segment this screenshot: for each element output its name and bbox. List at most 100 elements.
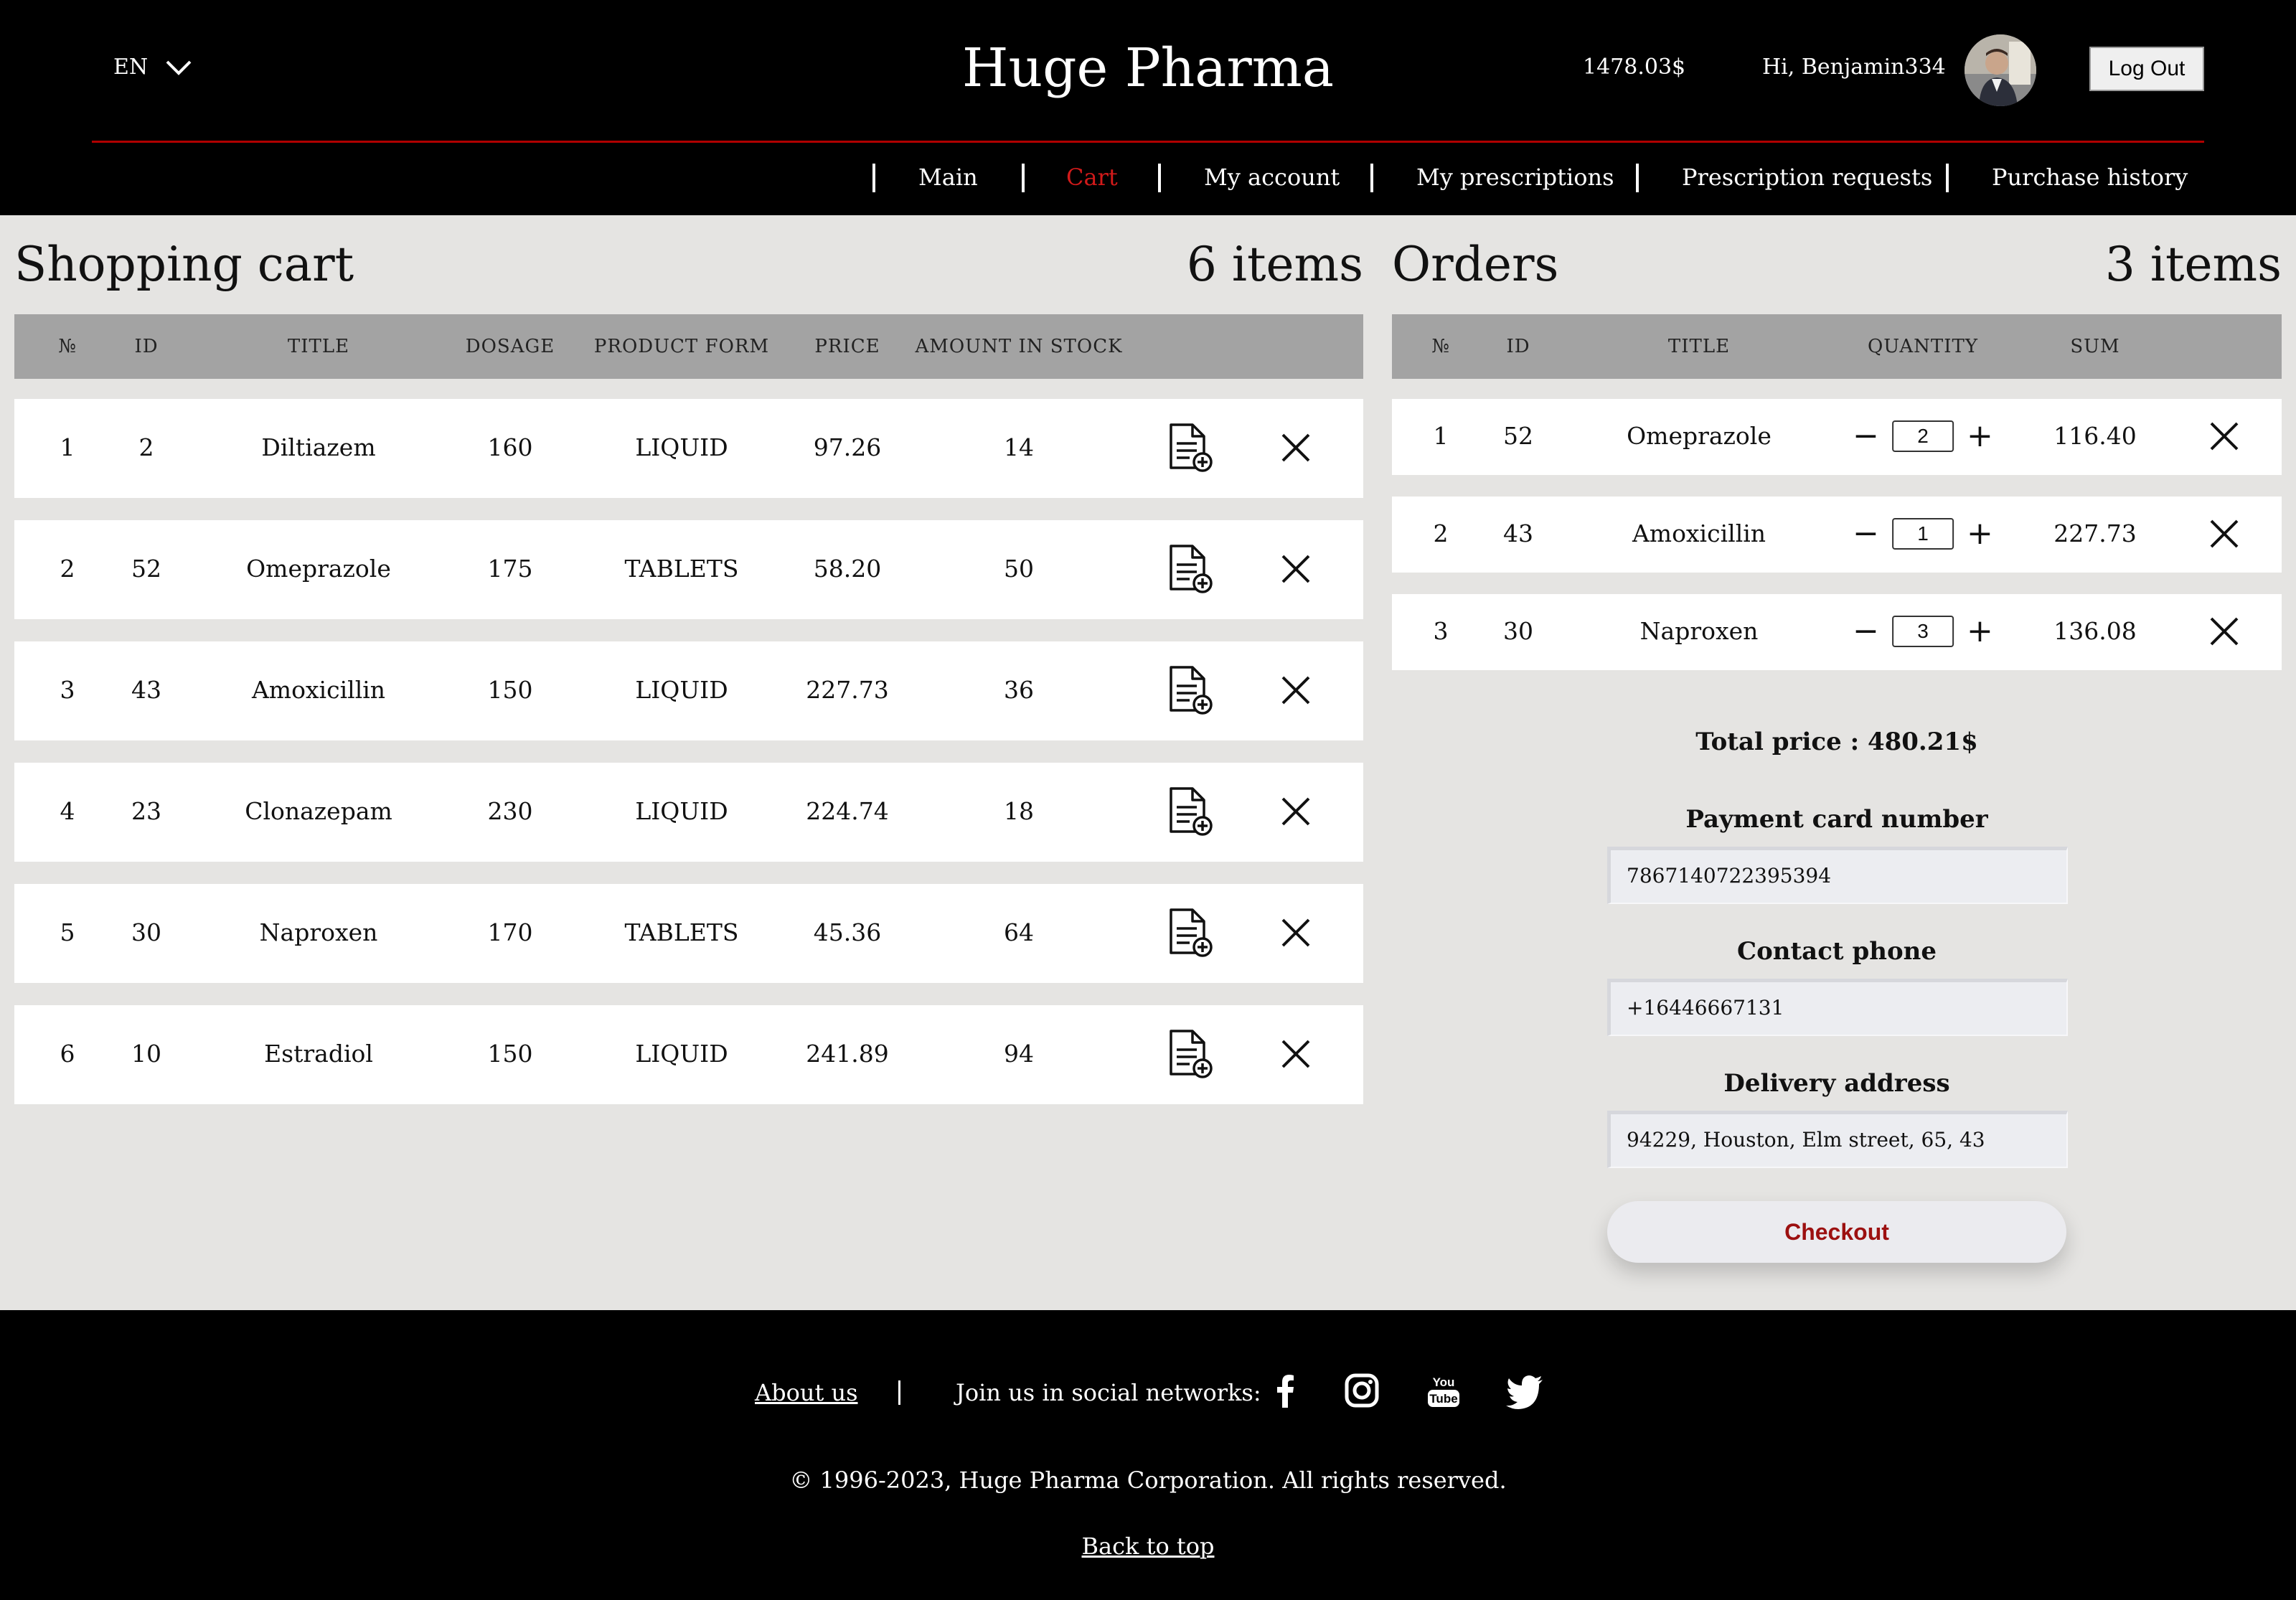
delivery-address-input[interactable]: 94229, Houston, Elm street, 65, 43 <box>1607 1111 2068 1168</box>
about-us-link[interactable]: About us <box>755 1379 858 1406</box>
row-id: 10 <box>131 1040 161 1068</box>
decrease-quantity-button[interactable]: − <box>1853 616 1879 647</box>
col-title: TITLE <box>1667 336 1731 357</box>
row-number: 1 <box>1433 422 1449 450</box>
quantity-input[interactable]: 3 <box>1892 616 1954 647</box>
checkout-button[interactable]: Checkout <box>1607 1201 2066 1263</box>
site-header: EN Huge Pharma 1478.03$ Hi, Benjamin334 … <box>0 0 2296 215</box>
nav-separator <box>872 164 875 192</box>
row-number: 2 <box>60 555 75 583</box>
row-title: Amoxicillin <box>1632 519 1766 547</box>
contact-phone-input[interactable]: +16446667131 <box>1607 979 2068 1036</box>
orders-count: 3 items <box>2104 237 2282 292</box>
nav-item-prescription-requests[interactable]: Prescription requests <box>1682 164 1932 191</box>
brand-title[interactable]: Huge Pharma <box>0 37 2296 99</box>
col-title: TITLE <box>287 336 350 357</box>
increase-quantity-button[interactable]: + <box>1967 616 1993 647</box>
table-row: 4 23 Clonazepam 230 LIQUID 224.74 18 <box>14 763 1363 862</box>
main-content: Shopping cart 6 items № ID TITLE DOSAGE … <box>0 215 2296 1310</box>
social-networks-label: Join us in social networks: <box>956 1379 1261 1406</box>
nav-separator <box>1370 164 1373 192</box>
add-prescription-icon[interactable] <box>1164 786 1215 837</box>
decrease-quantity-button[interactable]: − <box>1853 518 1879 550</box>
row-sum: 227.73 <box>2053 519 2137 547</box>
remove-icon[interactable] <box>1279 1037 1313 1071</box>
logout-button[interactable]: Log Out <box>2089 47 2204 91</box>
col-number: № <box>1431 336 1450 357</box>
table-row: 6 10 Estradiol 150 LIQUID 241.89 94 <box>14 1005 1363 1104</box>
row-title: Omeprazole <box>1627 422 1772 450</box>
row-amount-in-stock: 50 <box>1004 555 1034 583</box>
nav-item-my-account[interactable]: My account <box>1204 164 1340 191</box>
row-sum: 116.40 <box>2053 422 2137 450</box>
row-id: 30 <box>1503 617 1533 645</box>
nav-item-my-prescriptions[interactable]: My prescriptions <box>1416 164 1614 191</box>
facebook-icon[interactable] <box>1266 1370 1306 1411</box>
col-product-form: PRODUCT FORM <box>593 336 770 357</box>
row-amount-in-stock: 18 <box>1004 797 1034 825</box>
avatar-image <box>1965 34 2036 106</box>
quantity-input[interactable]: 2 <box>1892 420 1954 452</box>
add-prescription-icon[interactable] <box>1164 907 1215 959</box>
col-price: PRICE <box>814 336 880 357</box>
row-product-form: LIQUID <box>635 676 728 704</box>
nav-separator <box>1022 164 1025 192</box>
nav-separator <box>1946 164 1949 192</box>
site-footer: About us Join us in social networks: You… <box>0 1310 2296 1600</box>
remove-icon[interactable] <box>2207 517 2241 551</box>
order-row: 2 43 Amoxicillin 227.73 −1 + <box>1392 497 2282 573</box>
col-id: ID <box>134 336 159 357</box>
col-number: № <box>58 336 77 357</box>
row-dosage: 230 <box>487 797 533 825</box>
main-nav: Main Cart My account My prescriptions Pr… <box>0 162 2296 198</box>
remove-icon[interactable] <box>1279 794 1313 829</box>
avatar[interactable] <box>1965 34 2036 106</box>
decrease-quantity-button[interactable]: − <box>1853 420 1879 452</box>
row-price: 227.73 <box>806 676 889 704</box>
remove-icon[interactable] <box>2207 419 2241 453</box>
instagram-icon[interactable] <box>1342 1370 1382 1411</box>
remove-icon[interactable] <box>1279 430 1313 465</box>
nav-item-main[interactable]: Main <box>918 164 978 191</box>
remove-icon[interactable] <box>1279 673 1313 707</box>
add-prescription-icon[interactable] <box>1164 422 1215 474</box>
nav-item-cart[interactable]: Cart <box>1066 164 1118 191</box>
row-number: 3 <box>60 676 75 704</box>
row-title: Omeprazole <box>246 555 391 583</box>
remove-icon[interactable] <box>1279 916 1313 950</box>
total-price: Total price : 480.21$ <box>1695 728 1978 756</box>
account-balance: 1478.03$ <box>1583 55 1686 80</box>
row-sum: 136.08 <box>2053 617 2137 645</box>
card-number-input[interactable]: 7867140722395394 <box>1607 847 2068 904</box>
copyright: © 1996-2023, Huge Pharma Corporation. Al… <box>789 1467 1507 1494</box>
footer-separator <box>898 1380 900 1405</box>
table-row: 2 52 Omeprazole 175 TABLETS 58.20 50 <box>14 520 1363 619</box>
row-title: Naproxen <box>1639 617 1759 645</box>
quantity-input[interactable]: 1 <box>1892 518 1954 550</box>
increase-quantity-button[interactable]: + <box>1967 518 1993 550</box>
svg-text:Tube: Tube <box>1429 1392 1457 1406</box>
add-prescription-icon[interactable] <box>1164 664 1215 716</box>
youtube-icon[interactable]: You Tube <box>1424 1370 1464 1411</box>
svg-text:You: You <box>1433 1375 1455 1389</box>
row-product-form: LIQUID <box>635 797 728 825</box>
table-row: 1 2 Diltiazem 160 LIQUID 97.26 14 <box>14 399 1363 498</box>
cart-count: 6 items <box>1186 237 1363 292</box>
remove-icon[interactable] <box>1279 552 1313 586</box>
row-product-form: LIQUID <box>635 433 728 461</box>
row-number: 3 <box>1433 617 1449 645</box>
twitter-icon[interactable] <box>1505 1370 1545 1411</box>
row-id: 43 <box>131 676 161 704</box>
row-dosage: 150 <box>487 676 533 704</box>
add-prescription-icon[interactable] <box>1164 543 1215 595</box>
row-id: 2 <box>138 433 154 461</box>
row-id: 43 <box>1503 519 1533 547</box>
remove-icon[interactable] <box>2207 614 2241 649</box>
row-dosage: 170 <box>487 918 533 946</box>
back-to-top-link[interactable]: Back to top <box>1082 1533 1215 1560</box>
row-id: 52 <box>1503 422 1533 450</box>
nav-separator <box>1158 164 1161 192</box>
add-prescription-icon[interactable] <box>1164 1028 1215 1080</box>
increase-quantity-button[interactable]: + <box>1967 420 1993 452</box>
nav-item-purchase-history[interactable]: Purchase history <box>1992 164 2188 191</box>
